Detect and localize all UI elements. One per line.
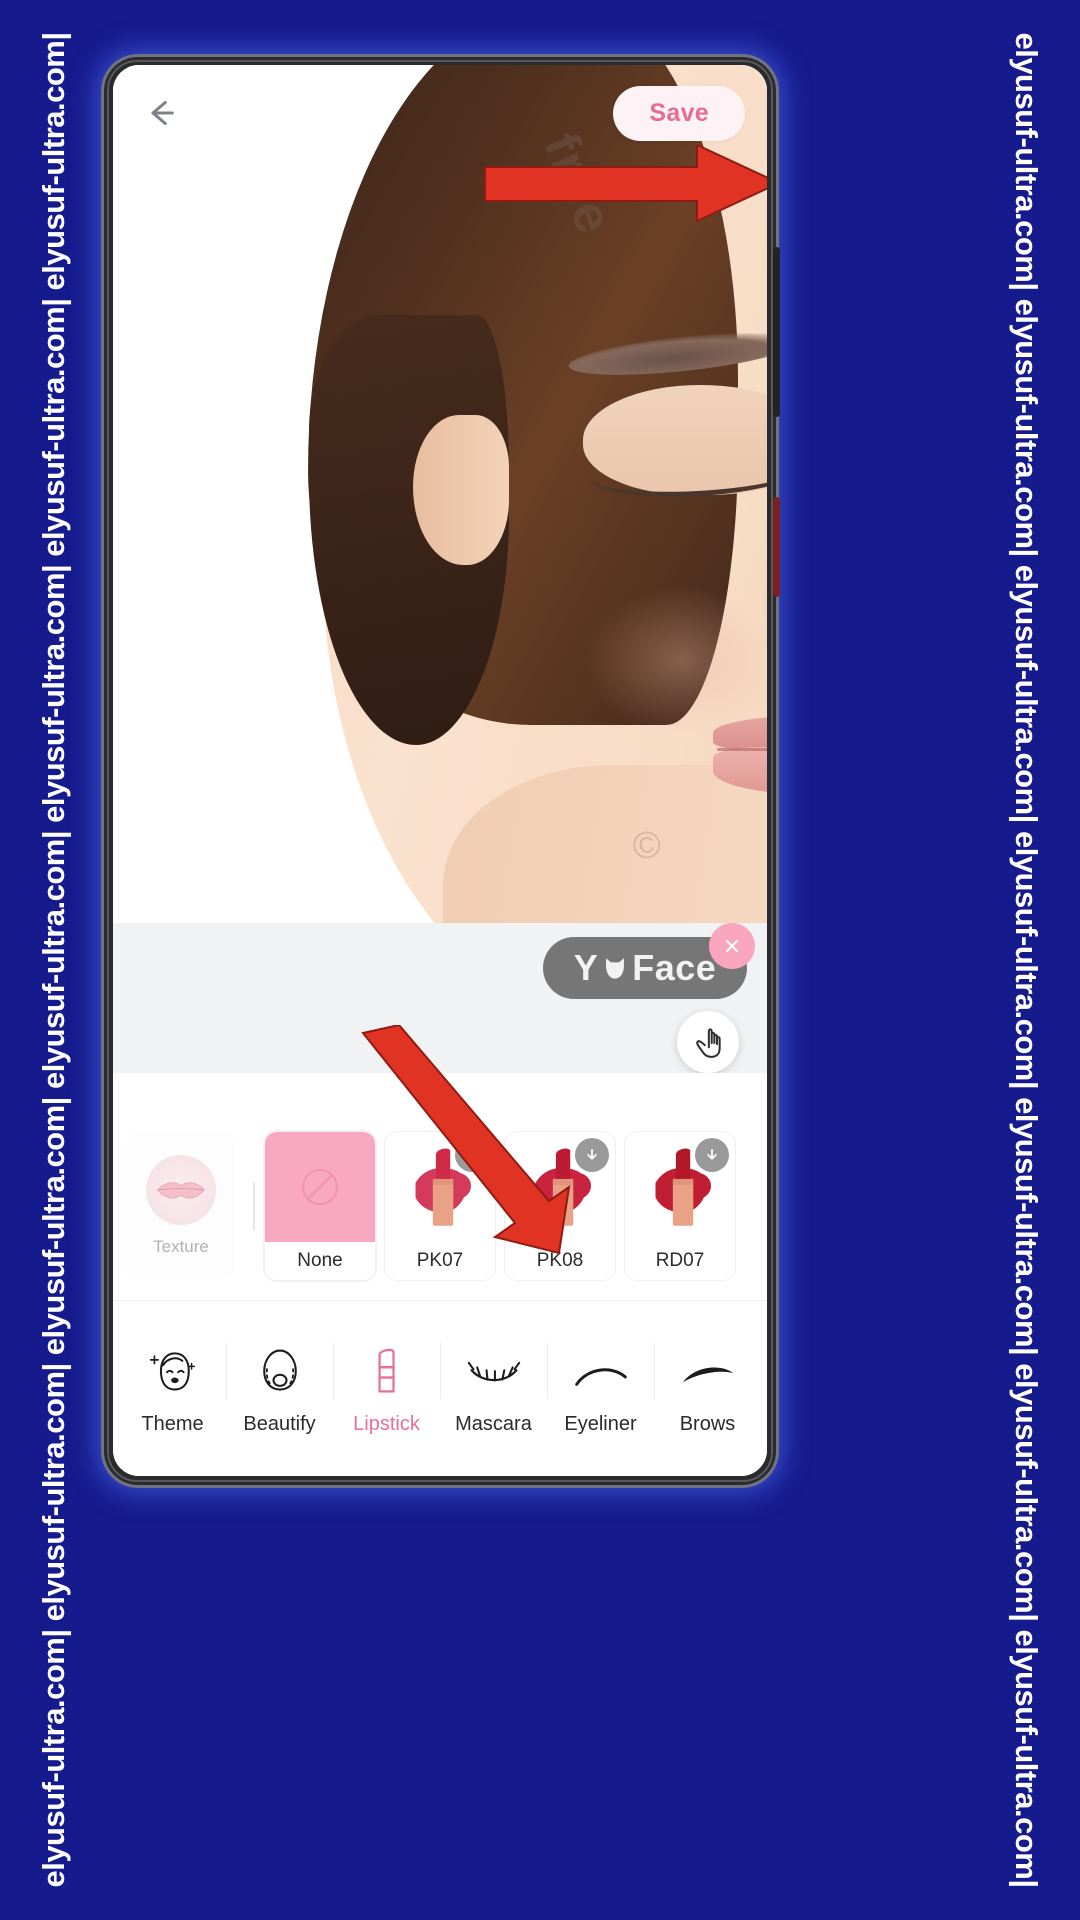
nav-divider <box>654 1343 655 1399</box>
nav-item-lipstick[interactable]: Lipstick <box>333 1301 440 1476</box>
yuface-banner: Y Face <box>113 923 767 1073</box>
swatch-label: PK07 <box>385 1242 495 1280</box>
nav-item-beautify[interactable]: Beautify <box>226 1301 333 1476</box>
lip-line <box>717 748 767 751</box>
tap-hand-icon[interactable] <box>677 1011 739 1073</box>
nav-item-brows[interactable]: Brows <box>654 1301 761 1476</box>
texture-label: Texture <box>153 1237 209 1256</box>
model-photo: free © <box>113 65 767 923</box>
power-button[interactable] <box>773 497 780 597</box>
swatch-rd07[interactable]: RD07 <box>625 1132 735 1280</box>
download-icon[interactable] <box>575 1138 609 1172</box>
nav-divider <box>333 1343 334 1399</box>
swatch-label: None <box>265 1242 375 1280</box>
no-color-icon <box>302 1169 338 1205</box>
watermark-rail-left: elyusuf-ultra.com| elyusuf-ultra.com| el… <box>0 0 108 1920</box>
cat-face-icon <box>606 958 625 979</box>
nav-item-mascara[interactable]: Mascara <box>440 1301 547 1476</box>
phone-device: free © Save Y Face Texture None PK07 PK0… <box>104 57 780 1485</box>
swatch-label: RD07 <box>625 1242 735 1280</box>
close-glyph <box>725 939 739 953</box>
lips <box>713 715 767 797</box>
lower-lip <box>713 747 767 795</box>
nav-label: Theme <box>141 1413 204 1435</box>
texture-selector[interactable]: Texture <box>127 1132 235 1280</box>
photo-canvas[interactable]: free © Save <box>113 65 767 923</box>
swatch-rd07-body <box>625 1132 735 1242</box>
volume-button[interactable] <box>773 247 780 417</box>
none-fill <box>265 1132 375 1242</box>
lips-glyph <box>157 1182 205 1199</box>
watermark-text: elyusuf-ultra.com| elyusuf-ultra.com| el… <box>1009 32 1044 1888</box>
nav-divider <box>547 1343 548 1399</box>
nav-divider <box>226 1343 227 1399</box>
swatch-none-body <box>265 1132 375 1242</box>
phone-screen: free © Save Y Face Texture None PK07 PK0… <box>113 65 767 1476</box>
lipstick-icon <box>367 1341 407 1397</box>
yuface-brand-suffix: Face <box>632 947 717 988</box>
nav-divider <box>440 1343 441 1399</box>
beautify-icon <box>254 1341 306 1397</box>
mascara-glyph <box>467 1361 520 1382</box>
swatch-pk08-body <box>505 1132 615 1242</box>
cheek-blush <box>583 585 767 735</box>
download-icon[interactable] <box>455 1138 489 1172</box>
mascara-icon <box>466 1341 522 1397</box>
editor-topbar: Save <box>113 65 767 161</box>
theme-face-icon <box>147 1341 199 1397</box>
theme-face-glyph <box>149 1352 195 1391</box>
nav-label: Mascara <box>455 1413 532 1435</box>
nav-item-theme[interactable]: Theme <box>119 1301 226 1476</box>
eyeliner-glyph <box>574 1368 627 1386</box>
lips-icon <box>146 1155 216 1225</box>
nav-label: Lipstick <box>353 1413 420 1435</box>
eyeliner-icon <box>573 1341 629 1397</box>
nav-item-eyeliner[interactable]: Eyeliner <box>547 1301 654 1476</box>
watermark-rail-right: elyusuf-ultra.com| elyusuf-ultra.com| el… <box>972 0 1080 1920</box>
nav-label: Eyeliner <box>564 1413 637 1435</box>
swatch-label: PK08 <box>505 1242 615 1280</box>
upper-lip <box>713 715 767 751</box>
nav-label: Beautify <box>243 1413 316 1435</box>
yuface-brand-prefix: Y <box>573 947 599 988</box>
download-glyph <box>467 1148 477 1160</box>
download-icon[interactable] <box>695 1138 729 1172</box>
brows-glyph <box>682 1367 733 1383</box>
download-glyph <box>587 1148 597 1160</box>
download-glyph <box>707 1148 717 1160</box>
stock-watermark-secondary: © <box>630 823 664 869</box>
swatch-pk07[interactable]: PK07 <box>385 1132 495 1280</box>
brows-icon <box>680 1341 736 1397</box>
close-icon[interactable] <box>709 923 755 969</box>
ear <box>413 415 509 565</box>
beautify-glyph <box>262 1349 297 1391</box>
lipstick-glyph <box>377 1348 395 1393</box>
arrow-left-icon[interactable] <box>139 92 181 134</box>
swatch-none[interactable]: None <box>265 1132 375 1280</box>
save-button[interactable]: Save <box>613 85 745 141</box>
watermark-text: elyusuf-ultra.com| elyusuf-ultra.com| el… <box>36 32 71 1888</box>
swatch-pk07-body <box>385 1132 495 1242</box>
tap-hand-glyph <box>696 1028 721 1058</box>
swatch-divider <box>253 1182 255 1230</box>
swatch-pk08[interactable]: PK08 <box>505 1132 615 1280</box>
nav-label: Brows <box>679 1413 736 1435</box>
bottom-nav: Theme Beautify Lipstick Mascara Eyeliner… <box>113 1300 767 1476</box>
